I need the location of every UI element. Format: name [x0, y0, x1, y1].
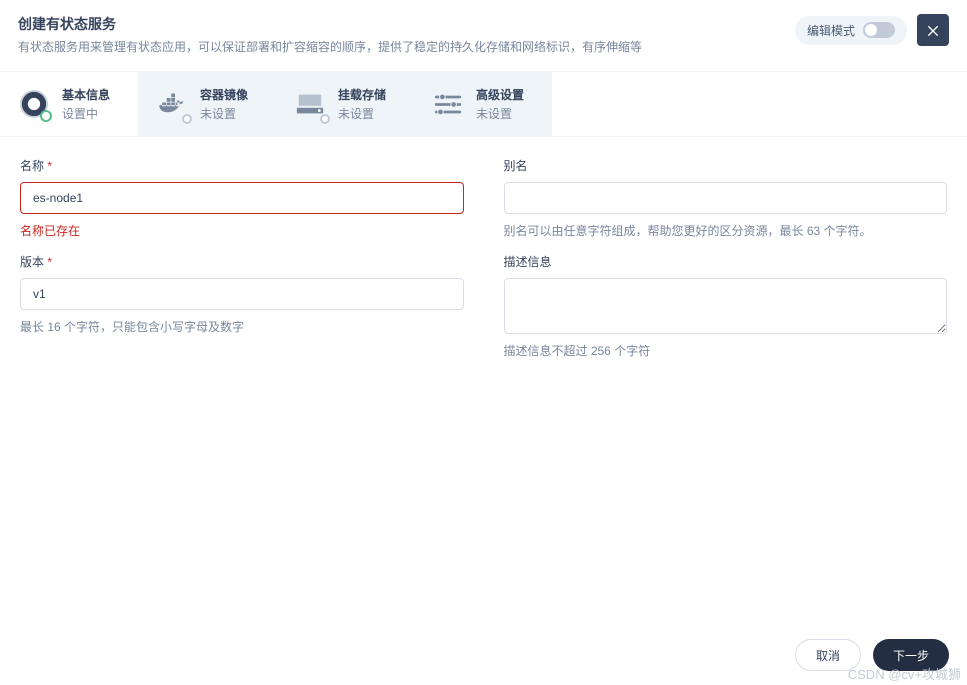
- close-button[interactable]: [917, 14, 949, 46]
- name-error: 名称已存在: [20, 222, 464, 239]
- next-button[interactable]: 下一步: [873, 639, 949, 671]
- description-textarea[interactable]: [504, 278, 948, 334]
- edit-mode-label: 编辑模式: [807, 22, 855, 39]
- alias-input[interactable]: [504, 182, 948, 214]
- modal-title: 创建有状态服务: [18, 14, 783, 34]
- version-label: 版本: [20, 253, 464, 270]
- wizard-tabs: 基本信息 设置中 容器镜像 未设置 挂载存储 未设置: [0, 72, 967, 137]
- tab-basic-info[interactable]: 基本信息 设置中: [0, 72, 138, 136]
- tab-advanced[interactable]: 高级设置 未设置: [414, 72, 552, 136]
- name-label: 名称: [20, 157, 464, 174]
- tab-title: 挂载存储: [338, 86, 386, 103]
- edit-mode-toggle[interactable]: [863, 22, 895, 38]
- description-hint: 描述信息不超过 256 个字符: [504, 342, 948, 359]
- tab-title: 容器镜像: [200, 86, 248, 103]
- name-input[interactable]: [20, 182, 464, 214]
- modal-footer: 取消 下一步: [0, 625, 967, 685]
- tab-title: 高级设置: [476, 86, 524, 103]
- version-hint: 最长 16 个字符，只能包含小写字母及数字: [20, 318, 464, 335]
- description-label: 描述信息: [504, 253, 948, 270]
- container-icon: [156, 88, 188, 120]
- header-text: 创建有状态服务 有状态服务用来管理有状态应用，可以保证部署和扩容缩容的顺序，提供…: [18, 14, 783, 57]
- close-icon: [925, 22, 941, 38]
- advanced-icon: [432, 88, 464, 120]
- field-alias: 别名 别名可以由任意字符组成，帮助您更好的区分资源，最长 63 个字符。: [504, 157, 948, 239]
- form-content: 名称 名称已存在 别名 别名可以由任意字符组成，帮助您更好的区分资源，最长 63…: [0, 137, 967, 625]
- modal-header: 创建有状态服务 有状态服务用来管理有状态应用，可以保证部署和扩容缩容的顺序，提供…: [0, 0, 967, 72]
- header-actions: 编辑模式: [795, 14, 949, 46]
- field-version: 版本 最长 16 个字符，只能包含小写字母及数字: [20, 253, 464, 359]
- tab-subtitle: 未设置: [338, 105, 386, 122]
- alias-hint: 别名可以由任意字符组成，帮助您更好的区分资源，最长 63 个字符。: [504, 222, 948, 239]
- basic-info-icon: [18, 88, 50, 120]
- version-input[interactable]: [20, 278, 464, 310]
- tab-container-image[interactable]: 容器镜像 未设置: [138, 72, 276, 136]
- tab-subtitle: 未设置: [200, 105, 248, 122]
- alias-label: 别名: [504, 157, 948, 174]
- create-statefulset-modal: 创建有状态服务 有状态服务用来管理有状态应用，可以保证部署和扩容缩容的顺序，提供…: [0, 0, 967, 685]
- tab-subtitle: 未设置: [476, 105, 524, 122]
- edit-mode-toggle-container: 编辑模式: [795, 16, 907, 45]
- cancel-button[interactable]: 取消: [795, 639, 861, 671]
- modal-description: 有状态服务用来管理有状态应用，可以保证部署和扩容缩容的顺序，提供了稳定的持久化存…: [18, 38, 783, 57]
- tab-subtitle: 设置中: [62, 105, 110, 122]
- field-description: 描述信息 描述信息不超过 256 个字符: [504, 253, 948, 359]
- tab-volume[interactable]: 挂载存储 未设置: [276, 72, 414, 136]
- tab-title: 基本信息: [62, 86, 110, 103]
- volume-icon: [294, 88, 326, 120]
- field-name: 名称 名称已存在: [20, 157, 464, 239]
